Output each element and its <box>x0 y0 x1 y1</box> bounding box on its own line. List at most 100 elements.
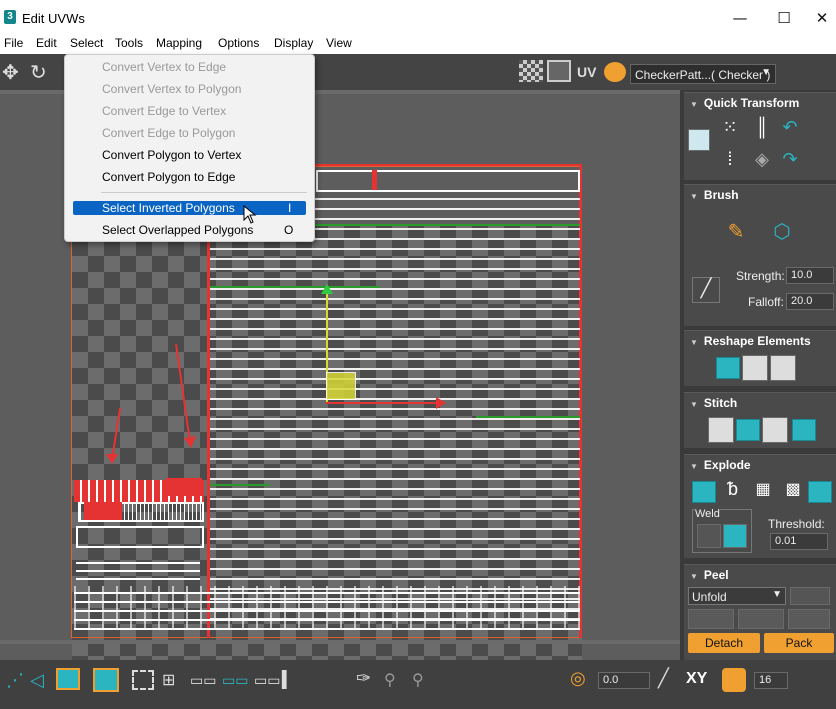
rotate-icon[interactable]: ↻ <box>30 60 47 84</box>
stitch-section: Stitch <box>684 392 836 448</box>
grid-spinner[interactable]: 16 <box>754 672 788 689</box>
peel-heading[interactable]: Peel <box>690 568 729 582</box>
break-icon[interactable]: ᵬ <box>720 479 746 505</box>
stitch-heading[interactable]: Stitch <box>690 396 737 410</box>
weld-label: Weld <box>695 508 720 520</box>
select-tool-icon[interactable]: ◁ <box>30 670 44 691</box>
threshold-spinner[interactable]: 0.01 <box>770 533 828 550</box>
menu-display[interactable]: Display <box>274 36 313 50</box>
grow-select-icon[interactable]: ⊞ <box>162 670 175 690</box>
quick-transform-heading[interactable]: Quick Transform <box>690 96 799 110</box>
canvas-hscroll[interactable] <box>0 640 680 644</box>
unfold-dropdown[interactable]: Unfold ▼ <box>688 587 786 605</box>
gizmo-x-axis[interactable] <box>326 402 438 404</box>
pack-button[interactable]: Pack <box>764 633 834 653</box>
menu-view[interactable]: View <box>326 36 352 50</box>
paint-brush-icon[interactable]: ✎ <box>722 219 750 245</box>
rotate-ccw-icon[interactable]: ↶ <box>776 117 804 143</box>
menu-item-convert-vertex-to-edge[interactable]: Convert Vertex to Edge <box>102 60 226 74</box>
menu-item-select-overlapped-polygons[interactable]: Select Overlapped Polygons <box>102 223 253 237</box>
uv-label[interactable]: UV <box>577 64 596 80</box>
menu-tools[interactable]: Tools <box>115 36 143 50</box>
annotation-arrows <box>106 343 196 464</box>
stitch-average-icon[interactable] <box>762 417 788 443</box>
peel-mode-icon[interactable] <box>688 609 734 629</box>
texture-dropdown[interactable]: CheckerPatt...( Checker ) ▼ <box>630 64 776 84</box>
menu-item-convert-polygon-to-edge[interactable]: Convert Polygon to Edge <box>102 170 235 184</box>
maximize-icon[interactable]: ☐ <box>774 9 794 27</box>
stitch-custom-icon[interactable] <box>708 417 734 443</box>
space-evenly-icon[interactable]: ◈ <box>748 149 776 175</box>
menu-options[interactable]: Options <box>218 36 259 50</box>
grid-snap-icon[interactable] <box>722 668 746 692</box>
minimize-icon[interactable]: — <box>730 9 750 27</box>
gizmo-x-arrow[interactable] <box>436 397 446 409</box>
strength-spinner[interactable]: 10.0 <box>786 267 834 284</box>
split-icon[interactable] <box>808 481 832 503</box>
peel-pin-icon[interactable] <box>788 609 830 629</box>
align-vertical-icon[interactable]: ║ <box>748 117 776 143</box>
weld-selected-icon[interactable] <box>697 524 721 548</box>
lock-icon[interactable]: ⚲ <box>384 670 396 690</box>
app-icon: 3 <box>4 10 16 24</box>
peel-reset-icon[interactable] <box>738 609 784 629</box>
element-mode-icon[interactable] <box>93 668 119 692</box>
relax-icon[interactable] <box>742 355 768 381</box>
brush-transform-icon[interactable]: ╱ <box>658 668 669 689</box>
poly-mode-icon[interactable] <box>56 668 80 690</box>
texture-dropdown-label: CheckerPatt...( Checker ) <box>635 68 771 82</box>
texture-icon[interactable] <box>604 62 626 82</box>
axis-label[interactable]: XY <box>686 670 707 688</box>
menu-item-select-inverted-polygons[interactable]: Select Inverted Polygons <box>102 201 235 215</box>
brush-section: Brush ✎ ⬡ ╱ Strength: 10.0 Falloff: 20.0 <box>684 184 836 326</box>
coord-spinner[interactable]: 0.0 <box>598 672 650 689</box>
quick-transform-section: Quick Transform ⁙ ║ ↶ ⁞ ◈ ↷ <box>684 92 836 180</box>
stitch-target-icon[interactable] <box>792 419 816 441</box>
detach-edge-icon[interactable]: ▩ <box>780 479 806 505</box>
pivot-snap-icon[interactable]: ◎ <box>570 668 586 689</box>
gizmo-center[interactable] <box>326 372 356 400</box>
detach-button[interactable]: Detach <box>688 633 760 653</box>
falloff-label: Falloff: <box>748 295 784 309</box>
close-icon[interactable]: ✕ <box>812 9 832 27</box>
menu-item-convert-polygon-to-vertex[interactable]: Convert Polygon to Vertex <box>102 148 241 162</box>
rotate-cw-icon[interactable]: ↷ <box>776 149 804 175</box>
snap-icon[interactable]: ⋰ <box>6 670 24 691</box>
pin-icon[interactable]: ⚲ <box>412 670 424 690</box>
rect-select-icon[interactable] <box>132 670 154 690</box>
bottom-toolbar: ⋰ ◁ ⊞ ▭▭ ▭▭ ▭▭ ▍ ✑ ⚲ ⚲ ◎ 0.0 ╱ XY 16 <box>0 660 836 709</box>
menu-mapping[interactable]: Mapping <box>156 36 202 50</box>
ring-select-icon[interactable]: ▭▭ <box>222 672 248 689</box>
relax-brush-icon[interactable]: ⬡ <box>768 219 796 245</box>
flatten-icon[interactable]: ▦ <box>750 479 776 505</box>
align-horizontal-icon[interactable]: ⁙ <box>716 117 744 143</box>
explode-icon[interactable] <box>692 481 716 503</box>
cube-icon[interactable] <box>770 355 796 381</box>
falloff-spinner[interactable]: 20.0 <box>786 293 834 310</box>
menu-item-convert-edge-to-polygon[interactable]: Convert Edge to Polygon <box>102 126 235 140</box>
checker-toggle-icon[interactable] <box>519 60 543 82</box>
menu-edit[interactable]: Edit <box>36 36 57 50</box>
reshape-heading[interactable]: Reshape Elements <box>690 334 811 348</box>
menu-item-convert-edge-to-vertex[interactable]: Convert Edge to Vertex <box>102 104 226 118</box>
paint-select-icon[interactable]: ✑ <box>356 668 371 689</box>
straighten-icon[interactable] <box>716 357 740 379</box>
menu-select[interactable]: Select <box>70 36 103 50</box>
show-map-icon[interactable] <box>547 60 571 82</box>
loop-select-icon[interactable]: ▭▭ <box>190 672 216 689</box>
align-to-edge-icon[interactable]: ⁞ <box>716 149 744 175</box>
vertical-select-icon[interactable]: ▍ <box>282 670 294 690</box>
peel-settings-icon[interactable] <box>790 587 830 605</box>
move-icon[interactable]: ✥ <box>2 60 19 84</box>
brush-falloff-icon[interactable]: ╱ <box>692 277 720 303</box>
unfold-dropdown-label: Unfold <box>692 590 727 604</box>
menu-item-convert-vertex-to-polygon[interactable]: Convert Vertex to Polygon <box>102 82 241 96</box>
brush-heading[interactable]: Brush <box>690 188 739 202</box>
edge-select-icon[interactable]: ▭▭ <box>254 672 280 689</box>
stitch-source-icon[interactable] <box>736 419 760 441</box>
gizmo-y-arrow[interactable] <box>321 284 333 294</box>
explode-heading[interactable]: Explode <box>690 458 751 472</box>
weld-all-icon[interactable] <box>723 524 747 548</box>
menu-file[interactable]: File <box>4 36 23 50</box>
pivot-icon[interactable] <box>688 129 710 151</box>
